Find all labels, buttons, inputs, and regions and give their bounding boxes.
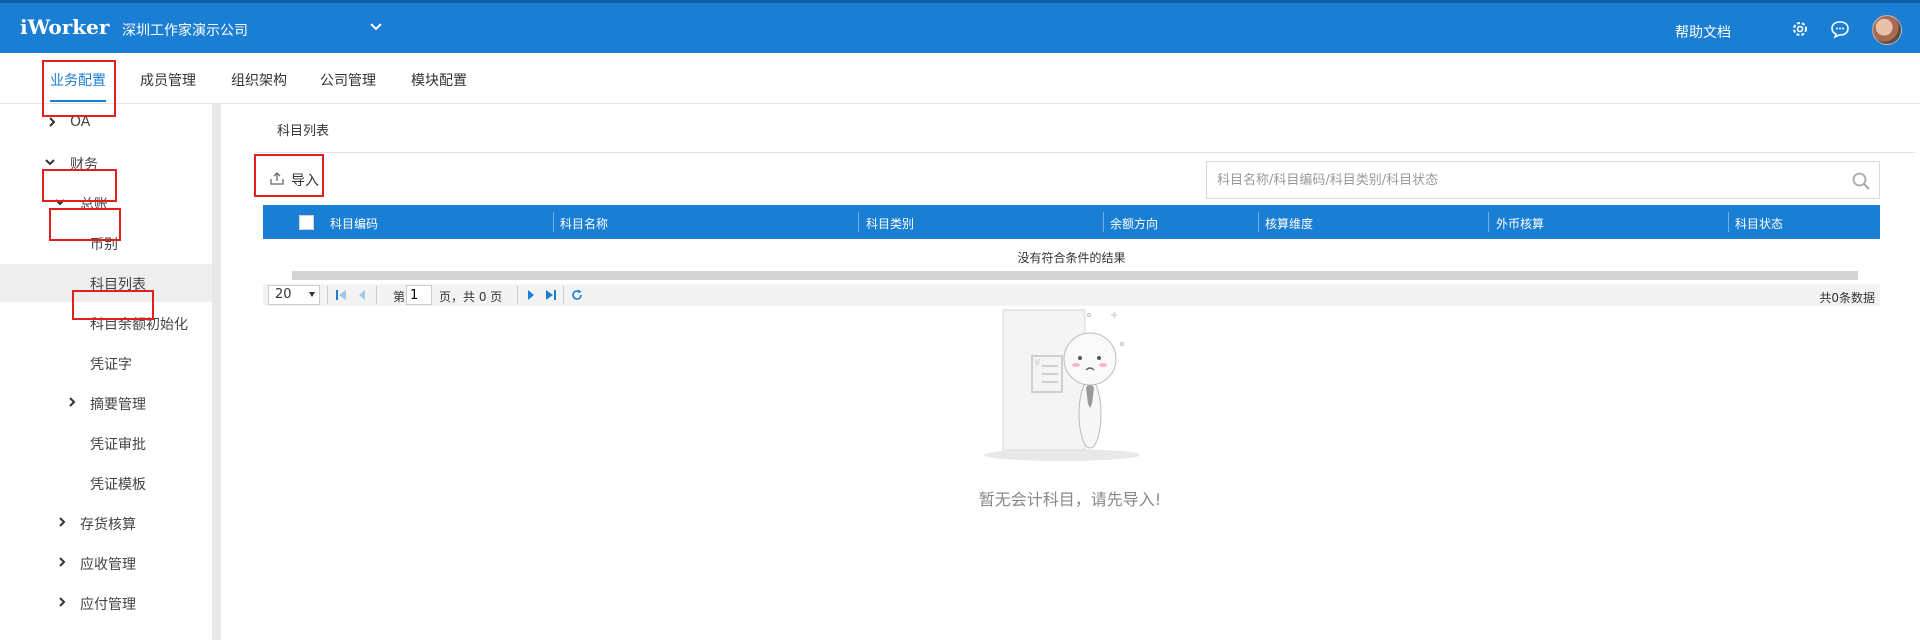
- sidebar-item-currency[interactable]: 币别: [0, 224, 212, 262]
- sidebar-item-label: 凭证字: [90, 357, 132, 373]
- chevron-down-icon[interactable]: [368, 19, 384, 35]
- sidebar-item-label: 科目列表: [90, 277, 146, 293]
- sidebar-item-payables[interactable]: 应付管理: [0, 584, 212, 622]
- empty-state-message: 暂无会计科目，请先导入!: [978, 490, 1162, 509]
- refresh-icon[interactable]: [571, 289, 583, 301]
- pagination-bar: 20 第 页，共 0 页 共0条数据: [263, 284, 1880, 306]
- sidebar-item-label: 应收管理: [80, 557, 136, 573]
- sidebar-scrollbar[interactable]: [212, 104, 221, 640]
- chevron-down-icon: [55, 199, 65, 206]
- search-input[interactable]: [1217, 162, 1837, 198]
- caret-down-icon: [309, 292, 315, 297]
- top-bar: iWorker 深圳工作家演示公司 帮助文档: [0, 0, 1920, 53]
- page-size-value: 20: [275, 287, 292, 302]
- column-divider: [1488, 212, 1489, 232]
- page-size-select[interactable]: 20: [268, 285, 320, 305]
- sidebar-item-label: 应付管理: [80, 597, 136, 613]
- svg-text:+: +: [1110, 310, 1118, 321]
- chat-icon[interactable]: [1830, 19, 1850, 39]
- sidebar-item-voucher-word[interactable]: 凭证字: [0, 344, 212, 382]
- last-page-icon[interactable]: [545, 289, 557, 301]
- sidebar-item-inventory-accounting[interactable]: 存货核算: [0, 504, 212, 542]
- next-page-icon[interactable]: [525, 289, 537, 301]
- empty-state-illustration: ¥ +: [984, 309, 1140, 461]
- gear-icon[interactable]: [1790, 19, 1810, 39]
- chevron-down-icon: [45, 159, 55, 166]
- sidebar-item-label: 总账: [80, 197, 108, 213]
- chevron-right-icon: [59, 557, 66, 567]
- pager-divider: [327, 286, 328, 304]
- sidebar-item-label: 币别: [90, 237, 118, 253]
- breadcrumb: 科目列表: [277, 124, 330, 139]
- help-docs-link[interactable]: 帮助文档: [1675, 22, 1731, 42]
- prev-page-icon[interactable]: [356, 289, 368, 301]
- tab-member-management[interactable]: 成员管理: [140, 70, 196, 90]
- sidebar-item-label: 财务: [70, 157, 98, 173]
- page-prefix: 第: [393, 290, 406, 304]
- import-label: 导入: [291, 173, 319, 189]
- horizontal-scrollbar[interactable]: [292, 271, 1858, 280]
- pager-divider: [517, 286, 518, 304]
- column-divider: [1728, 212, 1729, 232]
- company-selector[interactable]: 深圳工作家演示公司: [122, 20, 248, 40]
- total-count: 共0条数据: [1819, 291, 1875, 305]
- column-header-accounting-dimension[interactable]: 核算维度: [1265, 215, 1313, 232]
- sidebar-item-finance[interactable]: 财务: [0, 144, 212, 182]
- search-box: [1206, 161, 1880, 199]
- tab-business-config[interactable]: 业务配置: [50, 70, 106, 90]
- column-header-account-code[interactable]: 科目编码: [330, 215, 378, 232]
- tab-company-management[interactable]: 公司管理: [320, 70, 376, 90]
- sidebar-item-voucher-template[interactable]: 凭证模板: [0, 464, 212, 502]
- sidebar: OA 财务 总账 币别 科目列表 科目余额初始化 凭证字 摘要管理 凭证审批 凭…: [0, 104, 212, 640]
- column-header-foreign-currency[interactable]: 外币核算: [1496, 215, 1544, 232]
- sidebar-item-summary-management[interactable]: 摘要管理: [0, 384, 212, 422]
- first-page-icon[interactable]: [335, 289, 347, 301]
- app-logo: iWorker: [20, 15, 110, 39]
- sidebar-item-label: 存货核算: [80, 517, 136, 533]
- sidebar-item-receivables[interactable]: 应收管理: [0, 544, 212, 582]
- divider: [255, 152, 1915, 153]
- avatar[interactable]: [1872, 15, 1902, 45]
- svg-text:¥: ¥: [1034, 358, 1040, 369]
- column-divider: [553, 212, 554, 232]
- pager-divider: [563, 286, 564, 304]
- active-tab-indicator: [50, 100, 106, 102]
- chevron-right-icon: [59, 597, 66, 607]
- sidebar-item-label: 科目余额初始化: [90, 317, 188, 333]
- sidebar-item-label: 凭证模板: [90, 477, 146, 493]
- sidebar-item-label: OA: [70, 114, 91, 130]
- no-result-message: 没有符合条件的结果: [1017, 251, 1126, 265]
- module-tabs: 业务配置 成员管理 组织架构 公司管理 模块配置: [0, 53, 1920, 104]
- page-total-text: 页，共 0 页: [439, 290, 503, 304]
- column-header-account-name[interactable]: 科目名称: [560, 215, 608, 232]
- sidebar-item-label: 凭证审批: [90, 437, 146, 453]
- tab-module-config[interactable]: 模块配置: [411, 70, 467, 90]
- column-divider: [1258, 212, 1259, 232]
- table-header: 科目编码 科目名称 科目类别 余额方向 核算维度 外币核算 科目状态: [263, 205, 1880, 239]
- search-icon[interactable]: [1851, 171, 1871, 191]
- sidebar-item-oa[interactable]: OA: [0, 104, 212, 142]
- sidebar-item-label: 摘要管理: [90, 397, 146, 413]
- import-button[interactable]: 导入: [267, 164, 337, 194]
- select-all-checkbox[interactable]: [299, 215, 314, 230]
- chevron-right-icon: [69, 397, 76, 407]
- column-header-account-status[interactable]: 科目状态: [1735, 215, 1783, 232]
- page-number-input[interactable]: [406, 285, 432, 305]
- tab-org-structure[interactable]: 组织架构: [231, 70, 287, 90]
- pager-divider: [376, 286, 377, 304]
- sidebar-item-balance-init[interactable]: 科目余额初始化: [0, 304, 212, 342]
- column-header-balance-direction[interactable]: 余额方向: [1110, 215, 1158, 232]
- sidebar-item-voucher-approval[interactable]: 凭证审批: [0, 424, 212, 462]
- sidebar-item-account-list[interactable]: 科目列表: [0, 264, 212, 302]
- sidebar-item-general-ledger[interactable]: 总账: [0, 184, 212, 222]
- chevron-right-icon: [49, 117, 56, 127]
- main-content: 科目列表 导入 科目编码 科目名称 科目类别 余额方向 核算维度 外币核算 科目…: [222, 104, 1920, 640]
- chevron-right-icon: [59, 517, 66, 527]
- column-divider: [1103, 212, 1104, 232]
- upload-icon: [270, 172, 284, 185]
- column-divider: [858, 212, 859, 232]
- column-header-account-type[interactable]: 科目类别: [866, 215, 914, 232]
